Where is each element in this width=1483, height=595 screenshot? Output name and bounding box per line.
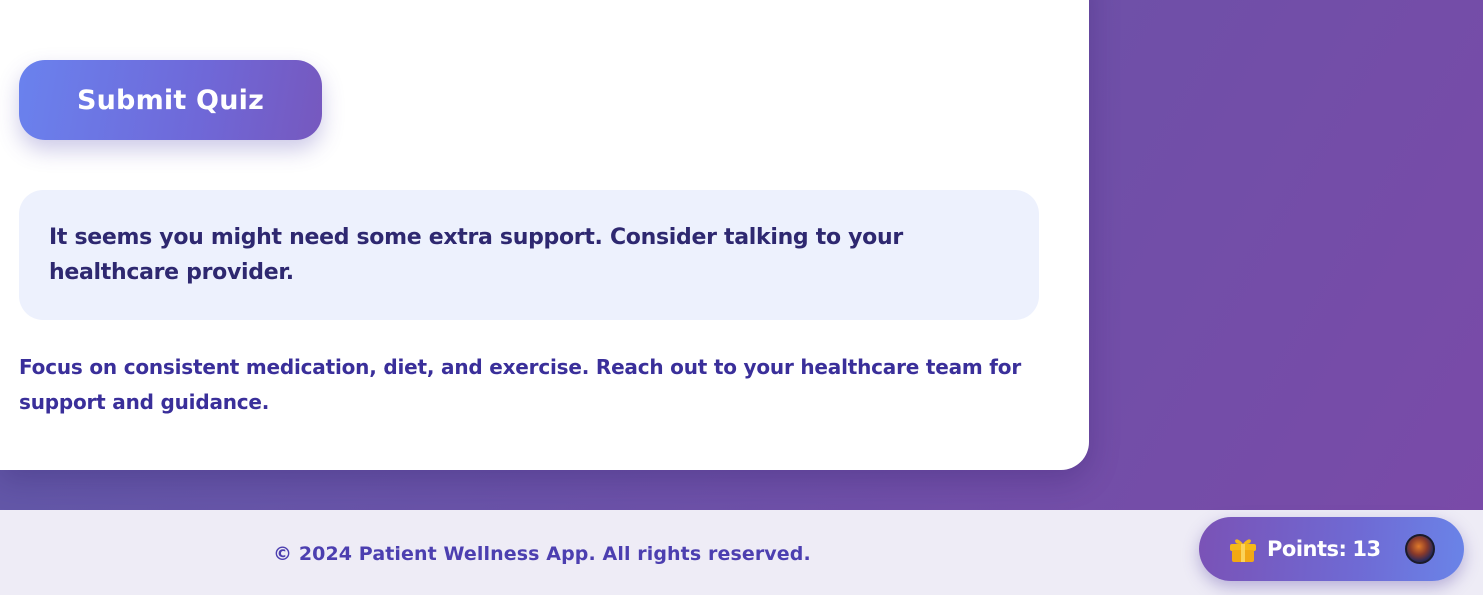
gift-icon [1227,533,1259,565]
points-display: Points: 13 [1267,537,1381,561]
points-value: 13 [1352,537,1381,561]
result-notice: It seems you might need some extra suppo… [19,190,1039,320]
points-label: Points: [1267,537,1347,561]
avatar[interactable] [1405,534,1435,564]
submit-quiz-button[interactable]: Submit Quiz [19,60,322,140]
result-message: It seems you might need some extra suppo… [49,225,903,285]
footer-copyright: © 2024 Patient Wellness App. All rights … [273,543,811,565]
points-badge[interactable]: Points: 13 [1199,517,1464,581]
result-advice: Focus on consistent medication, diet, an… [19,355,1022,414]
